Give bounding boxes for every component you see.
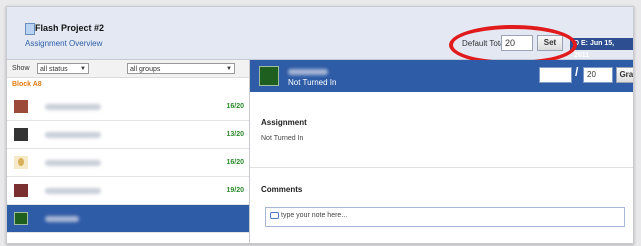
assignment-text: Not Turned In	[261, 135, 304, 142]
student-score: 19/20	[226, 187, 244, 194]
header: Flash Project #2 Assignment Overview Def…	[7, 7, 633, 65]
document-icon	[25, 23, 35, 35]
student-score: 16/20	[226, 159, 244, 166]
student-name-blurred	[45, 216, 79, 222]
hand-icon	[18, 158, 24, 166]
student-row[interactable]: 16/20	[7, 93, 249, 121]
student-name-blurred	[45, 132, 101, 138]
student-row[interactable]: 13/20	[7, 121, 249, 149]
student-avatar-icon	[259, 66, 279, 86]
block-label: Block A8	[12, 81, 42, 88]
comment-placeholder: type your note here...	[281, 212, 348, 219]
status-select-value: all status	[40, 66, 68, 73]
grade-button[interactable]: Grade	[616, 67, 633, 83]
speech-bubble-icon	[270, 212, 279, 219]
student-thumbnail	[14, 184, 28, 197]
groups-select-value: all groups	[130, 66, 161, 73]
grade-slash: /	[575, 65, 579, 79]
student-thumbnail	[14, 100, 28, 113]
student-name-blurred	[45, 160, 101, 166]
grade-max-field[interactable]: 20	[583, 67, 613, 83]
student-thumbnail	[14, 128, 28, 141]
student-row-selected[interactable]	[7, 205, 249, 233]
student-thumbnail	[14, 156, 28, 169]
student-name-blurred	[45, 104, 101, 110]
student-row[interactable]: 16/20	[7, 149, 249, 177]
student-avatar-icon	[14, 212, 28, 225]
submission-status: Not Turned In	[288, 78, 337, 87]
filter-bar: Show all status ▼ all groups ▼	[7, 60, 249, 78]
status-select[interactable]: all status ▼	[37, 63, 89, 74]
student-name-blurred	[288, 69, 328, 75]
student-row[interactable]: 19/20	[7, 177, 249, 205]
groups-select[interactable]: all groups ▼	[127, 63, 235, 74]
comment-input[interactable]: type your note here...	[265, 207, 625, 227]
show-label: Show	[12, 65, 30, 72]
app-frame: Flash Project #2 Assignment Overview Def…	[6, 6, 634, 244]
student-score: 16/20	[226, 103, 244, 110]
assignment-overview-link[interactable]: Assignment Overview	[25, 39, 102, 48]
due-date-badge: D E: Jun 15, 2011	[570, 38, 633, 59]
chevron-down-icon: ▼	[226, 66, 232, 72]
highlight-circle	[449, 25, 577, 65]
grade-input[interactable]	[539, 67, 572, 83]
student-name-blurred	[45, 188, 101, 194]
section-divider	[250, 167, 633, 168]
comments-title: Comments	[261, 185, 303, 194]
student-score: 13/20	[226, 131, 244, 138]
chevron-down-icon: ▼	[80, 66, 86, 72]
page-title: Flash Project #2	[35, 23, 105, 33]
assignment-title: Assignment	[261, 118, 307, 127]
